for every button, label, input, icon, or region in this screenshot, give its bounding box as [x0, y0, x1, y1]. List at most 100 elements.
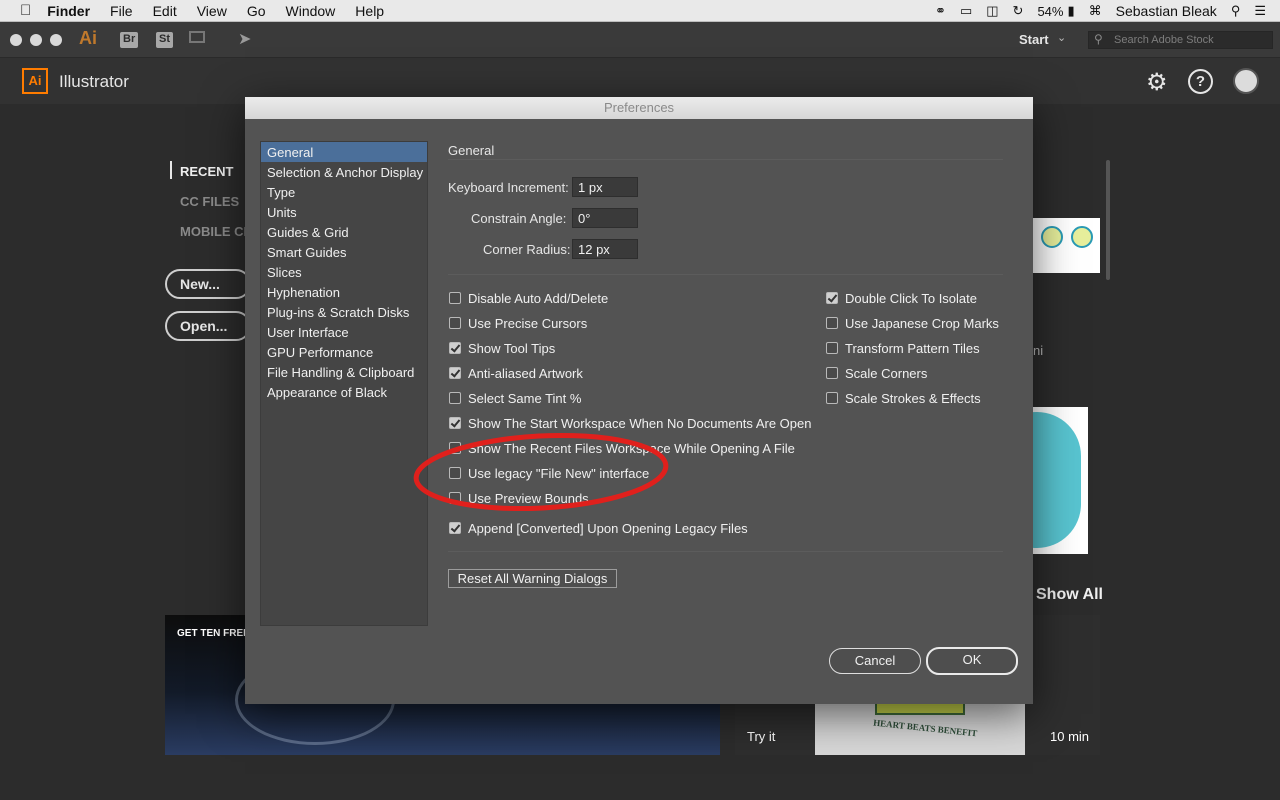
- ok-button[interactable]: OK: [926, 647, 1018, 675]
- category-item-user-interface[interactable]: User Interface: [261, 322, 427, 342]
- right-checkbox-0[interactable]: Double Click To Isolate: [826, 290, 977, 306]
- scrollbar[interactable]: [1106, 160, 1110, 280]
- help-icon[interactable]: ?: [1188, 69, 1213, 94]
- category-list: General Selection & Anchor Display Type …: [260, 141, 428, 626]
- app-toolbar: Ai Br St ➤ Start ⌄ ⚲ Search Adobe Stock: [0, 22, 1280, 58]
- menu-help[interactable]: Help: [355, 3, 384, 19]
- checkbox-box[interactable]: [826, 367, 838, 379]
- display-icon[interactable]: ▭: [960, 3, 972, 19]
- creative-cloud-icon[interactable]: ⚭: [935, 3, 946, 19]
- category-item-general[interactable]: General: [261, 142, 427, 162]
- nav-mobile-creations[interactable]: MOBILE CR: [180, 224, 253, 239]
- recent-file-label: ni: [1033, 343, 1044, 358]
- category-item-units[interactable]: Units: [261, 202, 427, 222]
- category-item-gpu[interactable]: GPU Performance: [261, 342, 427, 362]
- left-checkbox-0[interactable]: Disable Auto Add/Delete: [449, 290, 608, 306]
- menu-file[interactable]: File: [110, 3, 133, 19]
- constrain-angle-label: Constrain Angle:: [471, 211, 567, 226]
- category-item-guides[interactable]: Guides & Grid: [261, 222, 427, 242]
- recent-indicator: [170, 161, 172, 179]
- recent-thumb-lightbulbs[interactable]: [1033, 218, 1100, 273]
- app-name: Illustrator: [59, 72, 129, 91]
- avatar[interactable]: [1233, 68, 1259, 94]
- checkbox-box[interactable]: [449, 522, 461, 534]
- right-checkbox-1[interactable]: Use Japanese Crop Marks: [826, 315, 999, 331]
- battery-percent[interactable]: 54%: [1037, 4, 1063, 19]
- checkbox-label: Show Tool Tips: [468, 340, 556, 356]
- checkbox-box[interactable]: [449, 342, 461, 354]
- stock-search-input[interactable]: ⚲ Search Adobe Stock: [1088, 31, 1273, 49]
- keyboard-increment-input[interactable]: 1 px: [572, 177, 638, 197]
- checkbox-box[interactable]: [449, 317, 461, 329]
- checkbox-box[interactable]: [826, 342, 838, 354]
- search-placeholder: Search Adobe Stock: [1114, 34, 1214, 46]
- checkbox-box[interactable]: [449, 417, 461, 429]
- menu-go[interactable]: Go: [247, 3, 266, 19]
- stock-icon[interactable]: St: [156, 32, 173, 48]
- gpu-performance-icon[interactable]: ➤: [238, 29, 251, 49]
- wifi-icon[interactable]: ⌘: [1089, 3, 1102, 19]
- new-button[interactable]: New...: [165, 269, 251, 299]
- apple-menu-icon[interactable]: : [20, 2, 31, 19]
- left-checkbox-9[interactable]: Append [Converted] Upon Opening Legacy F…: [449, 520, 748, 536]
- corner-radius-input[interactable]: 12 px: [572, 239, 638, 259]
- category-item-type[interactable]: Type: [261, 182, 427, 202]
- left-checkbox-3[interactable]: Anti-aliased Artwork: [449, 365, 583, 381]
- fields-divider: [448, 274, 1003, 275]
- spotlight-icon[interactable]: ⚲: [1231, 3, 1241, 19]
- gear-icon[interactable]: ⚙: [1146, 68, 1168, 97]
- arrange-documents-icon[interactable]: [189, 31, 205, 43]
- notification-center-icon[interactable]: ☰: [1254, 3, 1266, 19]
- checkbox-box[interactable]: [449, 292, 461, 304]
- menu-window[interactable]: Window: [286, 3, 336, 19]
- section-title: General: [448, 143, 495, 158]
- left-checkbox-1[interactable]: Use Precise Cursors: [449, 315, 587, 331]
- right-checkbox-2[interactable]: Transform Pattern Tiles: [826, 340, 980, 356]
- category-item-slices[interactable]: Slices: [261, 262, 427, 282]
- menu-finder[interactable]: Finder: [47, 3, 90, 19]
- window-minimize-button[interactable]: [30, 34, 42, 46]
- reset-warnings-button[interactable]: Reset All Warning Dialogs: [448, 569, 617, 588]
- open-button[interactable]: Open...: [165, 311, 251, 341]
- category-item-hyphenation[interactable]: Hyphenation: [261, 282, 427, 302]
- menu-edit[interactable]: Edit: [153, 3, 177, 19]
- cancel-button[interactable]: Cancel: [829, 648, 921, 674]
- window-zoom-button[interactable]: [50, 34, 62, 46]
- category-item-smart-guides[interactable]: Smart Guides: [261, 242, 427, 262]
- category-item-selection[interactable]: Selection & Anchor Display: [261, 162, 427, 182]
- show-all-link[interactable]: Show All: [1036, 586, 1103, 604]
- bridge-icon[interactable]: Br: [120, 32, 139, 48]
- checks-divider: [448, 551, 1003, 552]
- checkbox-box[interactable]: [449, 392, 461, 404]
- category-item-plugins[interactable]: Plug-ins & Scratch Disks: [261, 302, 427, 322]
- chevron-down-icon[interactable]: ⌄: [1057, 31, 1066, 44]
- left-checkbox-2[interactable]: Show Tool Tips: [449, 340, 555, 356]
- checkbox-box[interactable]: [449, 367, 461, 379]
- left-checkbox-5[interactable]: Show The Start Workspace When No Documen…: [449, 415, 811, 431]
- checkbox-label: Select Same Tint %: [468, 390, 582, 406]
- window-close-button[interactable]: [10, 34, 22, 46]
- checkbox-box[interactable]: [826, 317, 838, 329]
- checkbox-box[interactable]: [826, 392, 838, 404]
- nav-cc-files[interactable]: CC FILES: [180, 194, 239, 209]
- right-checkbox-4[interactable]: Scale Strokes & Effects: [826, 390, 981, 406]
- checkbox-box[interactable]: [826, 292, 838, 304]
- checkbox-label: Append [Converted] Upon Opening Legacy F…: [468, 520, 748, 536]
- constrain-angle-input[interactable]: 0°: [572, 208, 638, 228]
- checkbox-label: Scale Strokes & Effects: [845, 390, 981, 406]
- category-item-file-handling[interactable]: File Handling & Clipboard: [261, 362, 427, 382]
- user-name[interactable]: Sebastian Bleak: [1116, 3, 1217, 19]
- menu-view[interactable]: View: [197, 3, 227, 19]
- search-icon: ⚲: [1094, 32, 1103, 46]
- time-machine-icon[interactable]: ↻: [1013, 3, 1024, 19]
- recent-thumb-circuit[interactable]: [1033, 407, 1088, 554]
- category-item-appearance-black[interactable]: Appearance of Black: [261, 382, 427, 402]
- checkbox-label: Transform Pattern Tiles: [845, 340, 980, 356]
- corner-radius-label: Corner Radius:: [483, 242, 571, 257]
- workspace-switcher[interactable]: Start: [1019, 32, 1049, 47]
- right-checkbox-3[interactable]: Scale Corners: [826, 365, 927, 381]
- screen-icon[interactable]: ◫: [986, 3, 998, 19]
- nav-recent[interactable]: RECENT: [180, 164, 233, 179]
- left-checkbox-4[interactable]: Select Same Tint %: [449, 390, 581, 406]
- battery-icon[interactable]: ▮: [1067, 3, 1074, 19]
